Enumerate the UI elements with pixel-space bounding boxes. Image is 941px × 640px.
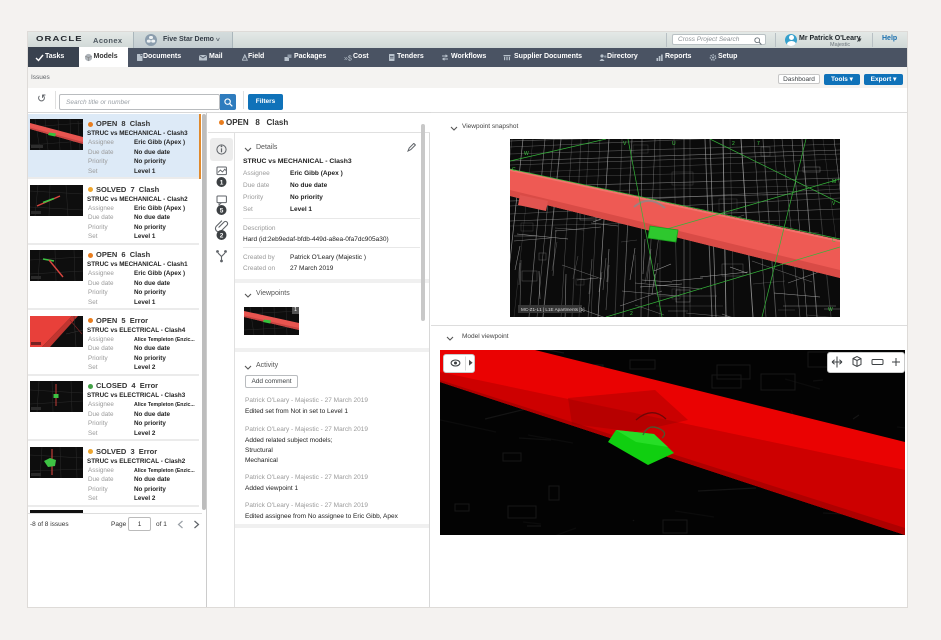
- svg-text:5: 5: [220, 207, 224, 214]
- svg-text:C: C: [512, 167, 516, 173]
- svg-text:W: W: [524, 151, 529, 157]
- svg-text:7: 7: [757, 141, 760, 147]
- svg-text:C: C: [832, 238, 836, 244]
- svg-text:MC-Z1-L1 | L1E Apartments [1]: MC-Z1-L1 | L1E Apartments [1]: [521, 307, 585, 312]
- svg-text:U: U: [672, 141, 676, 147]
- svg-text:1: 1: [220, 179, 224, 186]
- svg-text:2: 2: [630, 311, 633, 317]
- svg-text:»$: »$: [344, 55, 352, 62]
- svg-text:2: 2: [732, 141, 735, 147]
- svg-text:W: W: [828, 307, 833, 313]
- svg-text:2: 2: [220, 232, 224, 239]
- svg-text:M: M: [832, 179, 836, 185]
